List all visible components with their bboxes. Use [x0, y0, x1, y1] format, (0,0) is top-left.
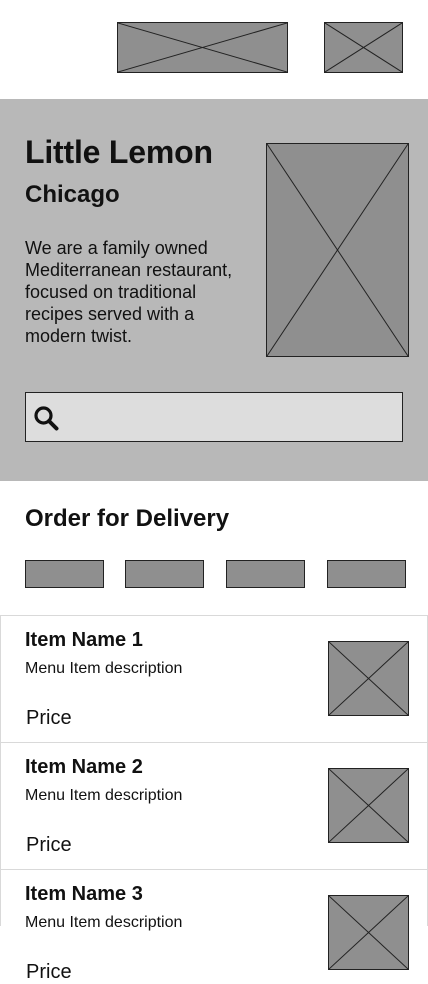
item-image	[328, 768, 409, 843]
category-button-1[interactable]	[25, 560, 104, 588]
image-placeholder-icon	[329, 896, 408, 969]
item-price: Price	[26, 707, 72, 729]
restaurant-city: Chicago	[25, 181, 120, 208]
hero-image	[266, 143, 409, 357]
item-price: Price	[26, 961, 72, 983]
image-placeholder-icon	[325, 23, 402, 72]
item-name: Item Name 3	[25, 883, 143, 905]
item-price: Price	[26, 834, 72, 856]
basket-button[interactable]	[324, 22, 403, 73]
logo-image[interactable]	[117, 22, 288, 73]
item-image	[328, 895, 409, 970]
category-button-4[interactable]	[327, 560, 406, 588]
image-placeholder-icon	[267, 144, 408, 356]
category-button-2[interactable]	[125, 560, 204, 588]
image-placeholder-icon	[329, 769, 408, 842]
item-description: Menu Item description	[25, 914, 183, 931]
order-section-title: Order for Delivery	[25, 505, 230, 532]
search-icon	[34, 406, 59, 431]
category-button-3[interactable]	[226, 560, 305, 588]
menu-list-item[interactable]: Item Name 2 Menu Item description Price	[0, 742, 428, 869]
menu-list-item[interactable]: Item Name 1 Menu Item description Price	[0, 615, 428, 742]
hero-section: Little Lemon Chicago We are a family own…	[0, 99, 428, 481]
image-placeholder-icon	[118, 23, 287, 72]
restaurant-description: We are a family owned Mediterranean rest…	[25, 238, 233, 346]
item-name: Item Name 2	[25, 756, 143, 778]
menu-list-item[interactable]: Item Name 3 Menu Item description Price	[0, 869, 428, 983]
image-placeholder-icon	[329, 642, 408, 715]
restaurant-name: Little Lemon	[25, 134, 213, 170]
header	[0, 0, 428, 99]
item-name: Item Name 1	[25, 629, 143, 651]
item-description: Menu Item description	[25, 787, 183, 804]
search-input[interactable]	[68, 393, 398, 441]
search-bar[interactable]	[25, 392, 403, 442]
item-description: Menu Item description	[25, 660, 183, 677]
item-image	[328, 641, 409, 716]
